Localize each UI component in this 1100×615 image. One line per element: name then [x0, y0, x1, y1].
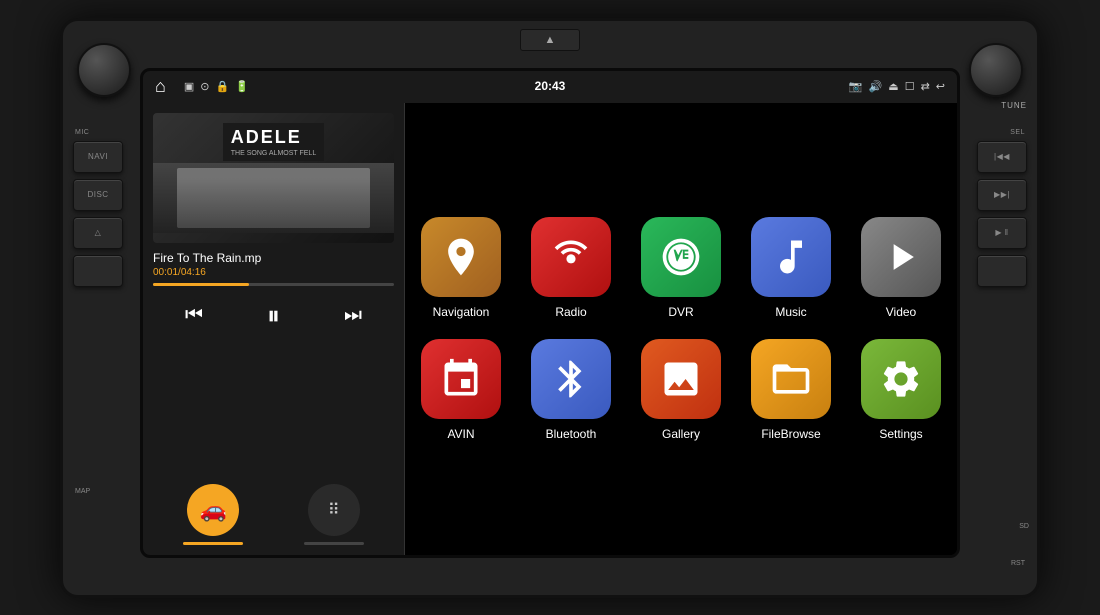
- settings-label: Settings: [879, 427, 922, 441]
- dvr-label: DVR: [668, 305, 693, 319]
- filebrowse-icon: [751, 339, 831, 419]
- radio-icon: [531, 217, 611, 297]
- app-bluetooth[interactable]: Bluetooth: [525, 339, 617, 441]
- status-icons: ▣ ⊙ 🔒 🔋: [184, 80, 841, 93]
- app-video[interactable]: Video: [855, 217, 947, 319]
- sel-label: SEL: [1010, 129, 1025, 136]
- music-icon: [751, 217, 831, 297]
- disc-status-icon: ⊙: [200, 80, 209, 93]
- app-filebrowse[interactable]: FileBrowse: [745, 339, 837, 441]
- app-music[interactable]: Music: [745, 217, 837, 319]
- photo-silhouette: [177, 168, 370, 228]
- right-btn-2[interactable]: ▶▶|: [977, 179, 1027, 211]
- pause-button[interactable]: ⏸: [263, 296, 284, 336]
- eject-button[interactable]: ▲: [520, 29, 580, 51]
- back-icon: ↩: [936, 80, 945, 93]
- usb-icon: ⇄: [921, 80, 930, 93]
- progress-bar[interactable]: [153, 283, 394, 286]
- sd-label: SD: [1019, 523, 1029, 530]
- right-btn-4[interactable]: [977, 255, 1027, 287]
- tune-label: TUNE: [1001, 101, 1027, 110]
- home-icon[interactable]: ⌂: [155, 76, 166, 97]
- status-time: 20:43: [535, 79, 566, 93]
- forward-button[interactable]: ⏭: [340, 300, 366, 331]
- video-label: Video: [886, 305, 916, 319]
- navi-button[interactable]: NAVI: [73, 141, 123, 173]
- media-player: ADELE THE SONG ALMOST FELL Fire To The R…: [143, 103, 405, 555]
- top-bar: ▲: [520, 29, 580, 51]
- app-gallery[interactable]: Gallery: [635, 339, 727, 441]
- bluetooth-label: Bluetooth: [546, 427, 597, 441]
- rewind-button[interactable]: ⏮: [181, 300, 207, 331]
- avin-label: AVIN: [447, 427, 474, 441]
- status-bar: ⌂ ▣ ⊙ 🔒 🔋 20:43 📷 🔊 ⏏ ☐ ⇄ ↩: [143, 71, 957, 103]
- filebrowse-label: FileBrowse: [761, 427, 820, 441]
- song-title: Fire To The Rain.mp: [153, 251, 394, 265]
- right-btn-3[interactable]: ▶ ‖: [977, 217, 1027, 249]
- artist-name: ADELE: [231, 127, 316, 148]
- rst-label: RST: [1011, 560, 1025, 567]
- app-dvr[interactable]: DVR: [635, 217, 727, 319]
- right-btn-1[interactable]: |◀◀: [977, 141, 1027, 173]
- gallery-label: Gallery: [662, 427, 700, 441]
- song-time: 00:01/04:16: [153, 267, 394, 278]
- battery-icon: 🔋: [235, 80, 249, 93]
- music-label: Music: [775, 305, 806, 319]
- app-row-1: Navigation Radio DVR: [415, 217, 947, 319]
- car-unit: ▲ TUNE MIC SEL RST SD MAP NAVI DISC △ |◀…: [60, 18, 1040, 598]
- bluetooth-icon: [531, 339, 611, 419]
- left-btn-4[interactable]: [73, 255, 123, 287]
- mic-label: MIC: [75, 129, 89, 136]
- app-row-2: AVIN Bluetooth Gallery: [415, 339, 947, 441]
- app-grid: Navigation Radio DVR: [405, 103, 957, 555]
- radio-label: Radio: [555, 305, 586, 319]
- left-knob[interactable]: [77, 43, 131, 97]
- gallery-icon: [641, 339, 721, 419]
- media-icon: ▣: [184, 80, 194, 93]
- left-side-buttons: NAVI DISC △: [73, 141, 123, 287]
- right-knob[interactable]: [969, 43, 1023, 97]
- wifi-icon: 📷: [849, 80, 863, 93]
- right-side-buttons: |◀◀ ▶▶| ▶ ‖: [977, 141, 1027, 287]
- bottom-icons: 🚗 ⠿: [153, 474, 394, 545]
- settings-icon: [861, 339, 941, 419]
- app-navigation[interactable]: Navigation: [415, 217, 507, 319]
- album-photo: [153, 163, 394, 233]
- progress-fill: [153, 283, 249, 286]
- app-radio[interactable]: Radio: [525, 217, 617, 319]
- grid-mode-button[interactable]: ⠿: [308, 484, 360, 536]
- navigation-icon: [421, 217, 501, 297]
- main-content: ADELE THE SONG ALMOST FELL Fire To The R…: [143, 103, 957, 555]
- disc-button[interactable]: DISC: [73, 179, 123, 211]
- status-right-icons: 📷 🔊 ⏏ ☐ ⇄ ↩: [849, 80, 945, 93]
- app-avin[interactable]: AVIN: [415, 339, 507, 441]
- video-icon: [861, 217, 941, 297]
- left-btn-3[interactable]: △: [73, 217, 123, 249]
- album-art: ADELE THE SONG ALMOST FELL: [153, 113, 394, 243]
- album-art-inner: ADELE THE SONG ALMOST FELL: [153, 113, 394, 243]
- avin-icon: [421, 339, 501, 419]
- active-indicator: [183, 542, 243, 545]
- map-label: MAP: [75, 488, 90, 495]
- car-mode-button[interactable]: 🚗: [187, 484, 239, 536]
- inactive-indicator: [304, 542, 364, 545]
- eject-status-icon: ⏏: [888, 80, 898, 93]
- main-screen: ⌂ ▣ ⊙ 🔒 🔋 20:43 📷 🔊 ⏏ ☐ ⇄ ↩: [140, 68, 960, 558]
- navigation-label: Navigation: [433, 305, 490, 319]
- dvr-icon: [641, 217, 721, 297]
- artist-sub: THE SONG ALMOST FELL: [231, 150, 316, 157]
- app-settings[interactable]: Settings: [855, 339, 947, 441]
- volume-icon: 🔊: [869, 80, 883, 93]
- lock-icon: 🔒: [216, 80, 230, 93]
- display-icon: ☐: [905, 80, 915, 93]
- playback-controls: ⏮ ⏸ ⏭: [153, 296, 394, 336]
